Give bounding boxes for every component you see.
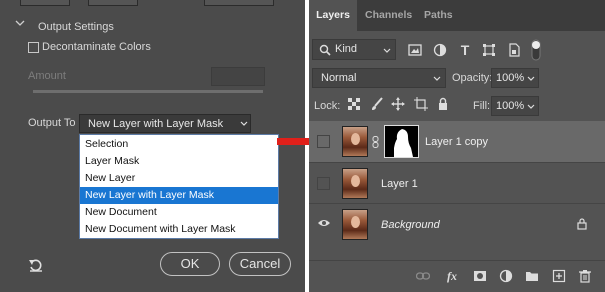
top-buttons-edge <box>0 0 305 6</box>
menu-item-new-layer[interactable]: New Layer <box>80 170 278 187</box>
menu-item-new-layer-with-mask[interactable]: New Layer with Layer Mask <box>80 187 278 204</box>
lock-pixels-icon[interactable] <box>370 97 384 111</box>
lock-artboard-icon[interactable] <box>414 97 428 111</box>
top-button-2[interactable] <box>88 0 138 6</box>
lock-icon <box>576 218 588 230</box>
eye-icon[interactable] <box>317 218 331 228</box>
blend-mode-select[interactable]: Normal <box>312 68 446 88</box>
layer-thumbnail <box>342 126 368 157</box>
layer-row-layer-1-copy[interactable]: Layer 1 copy <box>309 121 605 162</box>
fill-label: Fill: <box>473 100 491 112</box>
layer-mask-thumbnail[interactable] <box>384 125 419 158</box>
opacity-field[interactable]: 100% <box>491 68 539 88</box>
adjustment-filter-icon[interactable] <box>433 43 447 57</box>
type-filter-icon[interactable]: T <box>458 43 472 57</box>
adjustment-layer-icon[interactable] <box>499 269 513 283</box>
decontaminate-label: Decontaminate Colors <box>42 41 151 53</box>
amount-label: Amount <box>28 70 66 82</box>
trash-icon[interactable] <box>578 269 592 283</box>
output-to-value: New Layer with Layer Mask <box>88 118 224 130</box>
menu-item-selection[interactable]: Selection <box>80 136 278 153</box>
cancel-button[interactable]: Cancel <box>229 252 291 276</box>
menu-item-layer-mask[interactable]: Layer Mask <box>80 153 278 170</box>
layers-bottom-toolbar: fx <box>309 260 605 292</box>
layer-name[interactable]: Background <box>381 219 440 231</box>
decontaminate-checkbox[interactable] <box>28 42 39 53</box>
tab-channels[interactable]: Channels <box>365 0 412 31</box>
chevron-down-icon <box>383 48 391 53</box>
add-mask-icon[interactable] <box>473 269 487 283</box>
amount-field[interactable] <box>211 67 265 86</box>
lock-transparent-icon[interactable] <box>347 97 361 111</box>
output-to-select[interactable]: New Layer with Layer Mask <box>79 114 251 133</box>
chevron-down-icon <box>433 76 441 81</box>
layer-row-background[interactable]: Background <box>309 203 605 245</box>
kind-label: Kind <box>335 43 358 55</box>
filter-toggle-icon[interactable] <box>529 38 543 62</box>
menu-item-new-document-with-mask[interactable]: New Document with Layer Mask <box>80 221 278 238</box>
pixel-filter-icon[interactable] <box>408 43 422 57</box>
search-icon <box>319 44 331 56</box>
lock-all-icon[interactable] <box>436 97 450 111</box>
lock-position-icon[interactable] <box>391 97 405 111</box>
chevron-down-icon <box>527 104 535 109</box>
menu-item-new-document[interactable]: New Document <box>80 204 278 221</box>
fx-icon[interactable]: fx <box>445 269 459 283</box>
blend-mode-value: Normal <box>321 72 357 84</box>
output-to-dropdown-menu: Selection Layer Mask New Layer New Layer… <box>79 134 279 239</box>
layer-row-layer-1[interactable]: Layer 1 <box>309 162 605 204</box>
fill-field[interactable]: 100% <box>491 96 539 116</box>
layer-thumbnail <box>342 209 368 240</box>
link-layers-icon[interactable] <box>415 269 431 283</box>
amount-slider[interactable] <box>33 90 263 93</box>
reset-icon[interactable] <box>28 257 44 273</box>
visibility-toggle[interactable] <box>317 135 330 148</box>
tab-paths[interactable]: Paths <box>424 0 453 31</box>
refine-edge-dialog: Output Settings Decontaminate Colors Amo… <box>0 0 305 292</box>
chevron-down-icon <box>527 76 535 81</box>
layer-name[interactable]: Layer 1 <box>381 178 418 190</box>
smart-object-filter-icon[interactable] <box>507 43 521 57</box>
panel-tabs: Layers Channels Paths <box>309 0 605 31</box>
layer-thumbnail <box>342 168 368 199</box>
output-settings-title: Output Settings <box>38 21 114 33</box>
lock-label: Lock: <box>314 100 341 112</box>
ok-button[interactable]: OK <box>160 252 220 276</box>
chain-link-icon[interactable] <box>372 136 380 148</box>
output-to-label: Output To <box>28 117 76 129</box>
new-layer-icon[interactable] <box>552 269 566 283</box>
opacity-label: Opacity: <box>452 72 493 84</box>
chevron-down-icon <box>240 121 248 126</box>
top-button-1[interactable] <box>20 0 70 6</box>
tab-layers[interactable]: Layers <box>309 0 357 31</box>
kind-filter-select[interactable]: Kind <box>312 39 396 60</box>
top-button-3[interactable] <box>204 0 274 6</box>
layers-panel: Layers Channels Paths Kind T Normal Opac… <box>309 0 605 292</box>
layer-name[interactable]: Layer 1 copy <box>425 136 488 148</box>
shape-filter-icon[interactable] <box>482 43 496 57</box>
chevron-down-icon[interactable] <box>14 18 26 30</box>
visibility-toggle[interactable] <box>317 177 330 190</box>
folder-icon[interactable] <box>525 269 539 283</box>
